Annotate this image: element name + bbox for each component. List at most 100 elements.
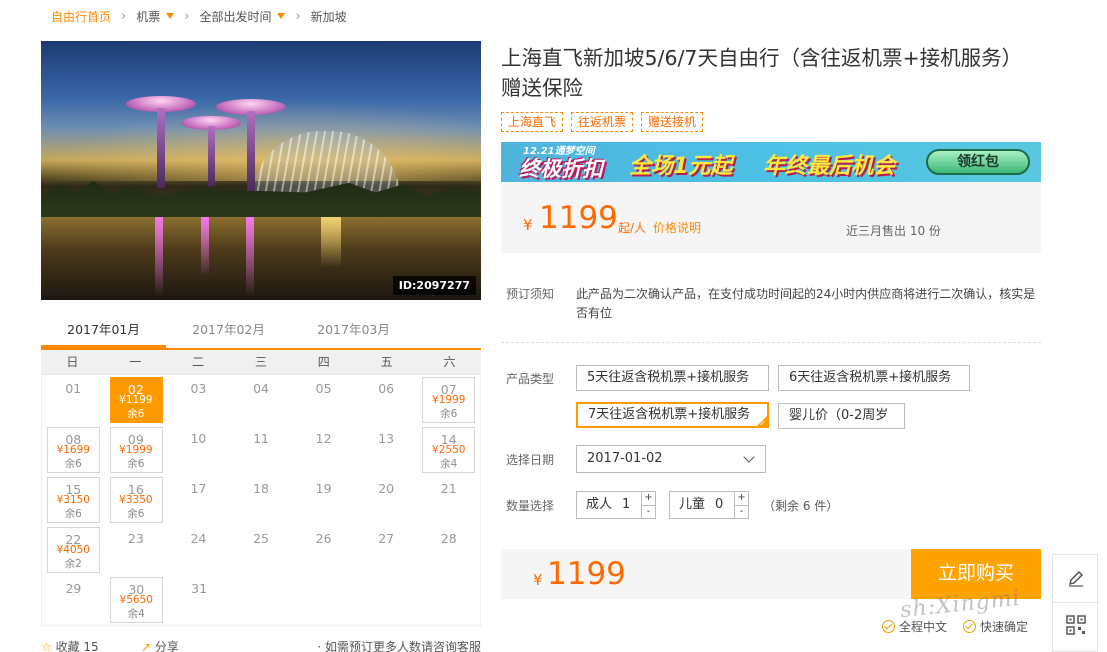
breadcrumb-category-dropdown[interactable]: 机票 bbox=[136, 8, 175, 25]
breadcrumb-separator: › bbox=[184, 8, 190, 24]
day-price: ¥5650 bbox=[119, 594, 153, 606]
adult-quantity-stepper[interactable]: 成人 1 + - bbox=[576, 491, 656, 519]
calendar-day-available[interactable]: 02 ¥1199 余6 bbox=[105, 375, 168, 425]
remaining-stock: （剩余 6 件） bbox=[763, 499, 839, 513]
red-packet-button[interactable]: 领红包 bbox=[926, 149, 1030, 175]
day-remaining: 余4 bbox=[440, 458, 458, 470]
calendar-day-available[interactable]: 09 ¥1999 余6 bbox=[105, 425, 168, 475]
day-remaining: 余6 bbox=[127, 408, 145, 420]
date-select[interactable]: 2017-01-02 bbox=[576, 445, 766, 473]
share-label: 分享 bbox=[154, 640, 179, 652]
adult-steps: + - bbox=[641, 492, 655, 518]
price-amount: 1199 bbox=[539, 200, 618, 236]
product-type-option-7day[interactable]: 7天往返含税机票+接机服务 ✓ bbox=[576, 402, 769, 428]
day-number: 31 bbox=[191, 581, 208, 596]
month-tab-mar[interactable]: 2017年03月 bbox=[291, 318, 416, 348]
weekday-label: 六 bbox=[443, 355, 456, 369]
product-type-option-5day[interactable]: 5天往返含税机票+接机服务 bbox=[576, 365, 769, 391]
day-price: ¥1999 bbox=[432, 394, 466, 406]
calendar-day: 17 bbox=[167, 475, 230, 525]
pencil-icon[interactable] bbox=[1066, 568, 1086, 588]
check-icon: ✓ bbox=[759, 419, 766, 428]
favorite-button[interactable]: ☆ 收藏 15 bbox=[41, 638, 99, 652]
product-tags: 上海直飞 往返机票 赠送接机 bbox=[501, 112, 704, 132]
calendar-day-available[interactable]: 16 ¥3350 余6 bbox=[105, 475, 168, 525]
star-icon: ☆ bbox=[41, 640, 52, 652]
day-number: 05 bbox=[315, 381, 332, 396]
child-quantity-stepper[interactable]: 儿童 0 + - bbox=[669, 491, 749, 519]
breadcrumb-destination: 新加坡 bbox=[310, 9, 347, 24]
calendar-week-row: 08 ¥1699 余6 09 ¥1999 余6 10 11 12 13 14 ¥2550 余4 bbox=[42, 425, 480, 475]
reflection bbox=[155, 217, 163, 297]
price-currency: ¥ bbox=[523, 216, 533, 234]
product-type-option-label: 7天往返含税机票+接机服务 bbox=[588, 407, 751, 422]
month-tab-feb[interactable]: 2017年02月 bbox=[166, 318, 291, 348]
day-number: 10 bbox=[190, 431, 207, 446]
qr-code-icon[interactable] bbox=[1066, 615, 1086, 635]
calendar-day: 01 bbox=[42, 375, 105, 425]
product-type-label: 产品类型 bbox=[506, 372, 555, 386]
reflection bbox=[321, 217, 341, 267]
month-tab-jan[interactable]: 2017年01月 bbox=[41, 318, 166, 348]
weekday-label: 三 bbox=[254, 355, 267, 369]
price-box: ¥ 1199 起/人 价格说明 近三月售出 10 份 bbox=[501, 182, 1041, 253]
day-number: 04 bbox=[253, 381, 269, 396]
plus-icon[interactable]: + bbox=[642, 492, 655, 505]
banner-headline: 终极折扣 bbox=[519, 157, 603, 181]
chevron-down-icon bbox=[743, 451, 755, 463]
price-explain-link[interactable]: 价格说明 bbox=[653, 219, 701, 236]
weekday-header: 日 一 二 三 四 五 六 bbox=[41, 350, 481, 375]
breadcrumb-home-link[interactable]: 自由行首页 bbox=[51, 8, 111, 25]
minus-icon[interactable]: - bbox=[642, 505, 655, 518]
promo-banner[interactable]: 12.21通梦空间 终极折扣 全场1元起 年终最后机会 领红包 bbox=[501, 142, 1041, 182]
day-number: 23 bbox=[127, 531, 144, 546]
calendar-week-row: 01 02 ¥1199 余6 03 04 05 06 07 ¥1999 余6 bbox=[42, 375, 480, 425]
caret-down-icon bbox=[166, 13, 175, 19]
reflection bbox=[246, 217, 254, 297]
weekday-label: 一 bbox=[129, 355, 142, 369]
check-circle-icon bbox=[882, 620, 895, 633]
calendar-day: 12 bbox=[292, 425, 355, 475]
child-value[interactable]: 0 bbox=[715, 492, 723, 518]
guarantee-label: 快速确定 bbox=[980, 620, 1029, 634]
day-number: 25 bbox=[253, 531, 269, 546]
share-icon: ↗ bbox=[141, 640, 152, 652]
date-select-value: 2017-01-02 bbox=[587, 451, 663, 466]
departure-calendar: 日 一 二 三 四 五 六 01 02 ¥1199 余6 03 04 05 06 07 ¥1999… bbox=[41, 350, 481, 626]
toolbar-divider bbox=[1053, 602, 1099, 603]
side-toolbar bbox=[1052, 554, 1099, 652]
calendar-day-available[interactable]: 30 ¥5650 余4 bbox=[105, 575, 168, 625]
calendar-day: 31 bbox=[168, 575, 231, 625]
calendar-day-available[interactable]: 15 ¥3150 余6 bbox=[42, 475, 105, 525]
product-type-option-infant[interactable]: 婴儿价（0-2周岁 bbox=[778, 403, 905, 429]
weekday-label: 日 bbox=[66, 355, 79, 369]
day-remaining: 余4 bbox=[127, 608, 145, 620]
calendar-day: 04 bbox=[230, 375, 293, 425]
day-number: 18 bbox=[253, 481, 269, 496]
breadcrumb-separator: › bbox=[121, 8, 127, 24]
weekday-label: 四 bbox=[317, 355, 330, 369]
day-price: ¥4050 bbox=[56, 544, 90, 556]
plus-icon[interactable]: + bbox=[735, 492, 748, 505]
calendar-day-available[interactable]: 08 ¥1699 余6 bbox=[42, 425, 105, 475]
product-type-option-6day[interactable]: 6天往返含税机票+接机服务 bbox=[778, 365, 970, 391]
left-footer: ☆ 收藏 15 ↗ 分享 · 如需预订更多人数请咨询客服 bbox=[41, 638, 481, 652]
calendar-day-available[interactable]: 22 ¥4050 余2 bbox=[42, 525, 105, 575]
breadcrumb-departure-dropdown[interactable]: 全部出发时间 bbox=[199, 8, 286, 25]
day-number: 06 bbox=[378, 381, 395, 396]
month-tabs: 2017年01月 2017年02月 2017年03月 bbox=[41, 318, 481, 350]
day-remaining: 余6 bbox=[64, 508, 82, 520]
calendar-day-available[interactable]: 07 ¥1999 余6 bbox=[417, 375, 480, 425]
adult-value[interactable]: 1 bbox=[622, 492, 630, 518]
minus-icon[interactable]: - bbox=[735, 505, 748, 518]
banner-slogan-2: 年终最后机会 bbox=[763, 154, 896, 179]
adult-label: 成人 bbox=[586, 497, 613, 512]
day-number: 12 bbox=[315, 431, 332, 446]
day-number: 11 bbox=[253, 431, 269, 446]
share-button[interactable]: ↗ 分享 bbox=[141, 638, 179, 652]
favorite-label: 收藏 15 bbox=[55, 640, 99, 652]
calendar-day-available[interactable]: 14 ¥2550 余4 bbox=[417, 425, 480, 475]
sold-count: 近三月售出 10 份 bbox=[846, 224, 941, 238]
product-tag: 上海直飞 bbox=[501, 112, 564, 132]
day-remaining: 余6 bbox=[64, 458, 82, 470]
